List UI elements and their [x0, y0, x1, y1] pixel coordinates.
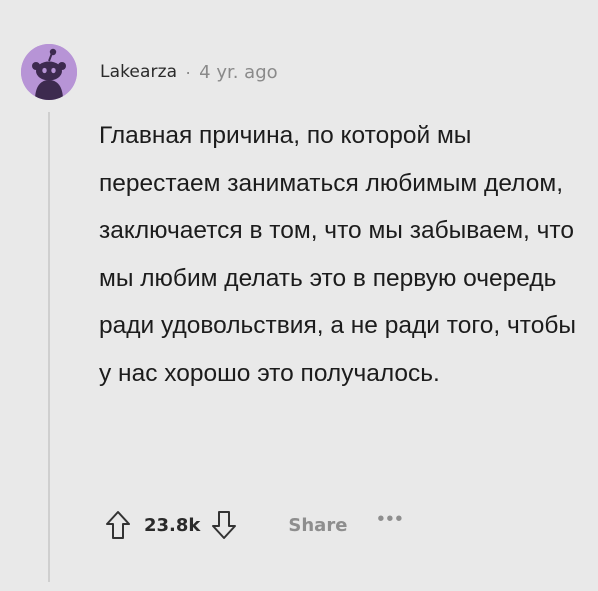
comment-actions: 23.8k Share •••	[100, 505, 404, 545]
user-avatar[interactable]	[21, 44, 77, 100]
downvote-arrow-icon	[212, 511, 237, 539]
upvote-button[interactable]	[100, 505, 136, 545]
comment-timestamp[interactable]: 4 yr. ago	[199, 62, 278, 83]
comment-author[interactable]: Lakearza	[100, 62, 177, 82]
downvote-button[interactable]	[206, 505, 242, 545]
vote-score: 23.8k	[144, 514, 201, 536]
comment-body: Главная причина, по которой мы перестаем…	[99, 122, 576, 387]
reddit-snoo-avatar-icon	[21, 44, 77, 100]
comment-header: Lakearza · 4 yr. ago	[100, 60, 278, 84]
thread-line[interactable]	[48, 112, 50, 582]
more-options-icon[interactable]: •••	[377, 509, 404, 529]
share-button[interactable]: Share	[288, 515, 347, 536]
upvote-arrow-icon	[106, 511, 130, 539]
header-separator: ·	[185, 61, 192, 82]
